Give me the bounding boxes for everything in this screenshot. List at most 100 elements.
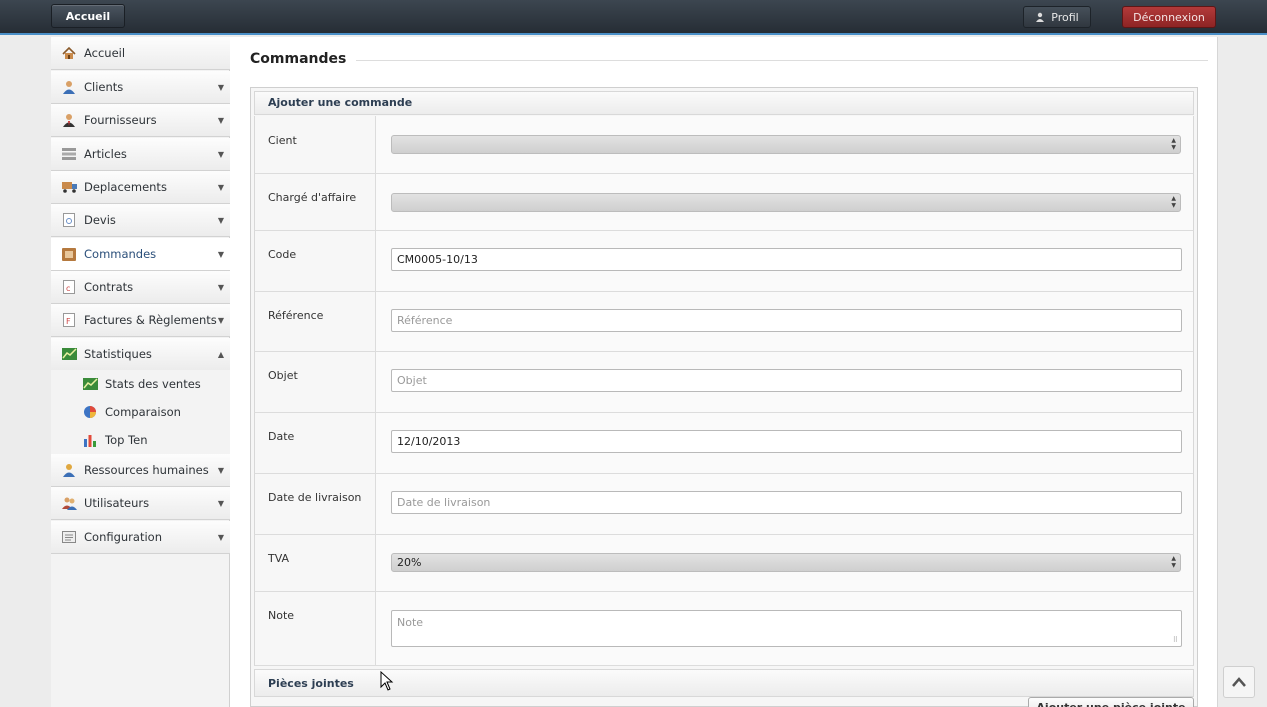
house-icon: [61, 46, 77, 60]
sidebar-item-label: Clients: [84, 80, 124, 94]
chevron-down-icon: ▼: [217, 316, 224, 325]
resize-grip-icon[interactable]: ⠿: [1173, 636, 1178, 644]
sidebar-subitem-label: Top Ten: [105, 433, 148, 447]
note-label: Note: [268, 609, 295, 622]
form-cell: CM0005-10/13: [375, 231, 1193, 291]
form-row-object: Objet Objet: [254, 352, 1194, 413]
chevron-up-icon: [1232, 677, 1246, 687]
form-cell: 12/10/2013: [375, 413, 1193, 473]
form-row-code: Code CM0005-10/13: [254, 231, 1194, 292]
chevron-up-icon: ▲: [217, 350, 224, 359]
mouse-cursor-icon: [380, 671, 394, 691]
form-cell: ▲ ▼: [375, 174, 1193, 230]
client-icon: [61, 80, 77, 94]
chevron-down-icon: ▼: [217, 216, 224, 225]
sidebar-item-label: Commandes: [84, 247, 157, 261]
form-cell: Note ⠿: [375, 592, 1193, 665]
sidebar-item-label: Utilisateurs: [84, 496, 150, 510]
sidebar-item-deplacements[interactable]: Deplacements ▼: [51, 171, 230, 204]
sidebar-item-label: Configuration: [84, 530, 162, 544]
reference-input[interactable]: Référence: [391, 309, 1182, 332]
sidebar-item-label: Devis: [84, 213, 116, 227]
form-row-tva: TVA 20% ▲ ▼: [254, 535, 1194, 592]
select-arrows-icon: ▲ ▼: [1171, 555, 1176, 569]
contract-icon: c: [61, 280, 77, 294]
form-cell: Date de livraison: [375, 474, 1193, 534]
sidebar-item-fournisseurs[interactable]: Fournisseurs ▼: [51, 104, 230, 137]
chevron-down-icon: ▼: [217, 83, 224, 92]
object-label: Objet: [268, 369, 298, 382]
client-select[interactable]: ▲ ▼: [391, 135, 1181, 154]
sidebar-item-contrats[interactable]: c Contrats ▼: [51, 271, 230, 304]
sidebar-item-label: Articles: [84, 147, 127, 161]
profile-button[interactable]: Profil: [1023, 6, 1091, 28]
sales-chart-icon: [82, 377, 98, 391]
object-input[interactable]: Objet: [391, 369, 1182, 392]
sidebar-item-label: Contrats: [84, 280, 134, 294]
stats-icon: [61, 347, 77, 361]
chevron-down-icon: ▼: [217, 533, 224, 542]
home-button[interactable]: Accueil: [51, 4, 125, 28]
manager-select[interactable]: ▲ ▼: [391, 193, 1181, 212]
form-cell: Objet: [375, 352, 1193, 412]
profile-label: Profil: [1051, 10, 1079, 24]
config-icon: [61, 530, 77, 544]
sidebar-subitem-label: Comparaison: [105, 405, 181, 419]
form-row-manager: Chargé d'affaire ▲ ▼: [254, 174, 1194, 231]
add-attachment-button[interactable]: Ajouter une pièce jointe: [1028, 697, 1194, 707]
form-cell: ▲ ▼: [375, 116, 1193, 173]
chevron-down-icon: ▼: [217, 150, 224, 159]
date-input[interactable]: 12/10/2013: [391, 430, 1182, 453]
delivery-date-input[interactable]: Date de livraison: [391, 491, 1182, 514]
sidebar-item-accueil[interactable]: Accueil: [51, 37, 230, 70]
chevron-down-icon: ▼: [217, 183, 224, 192]
sidebar-item-factures[interactable]: F Factures & Règlements ▼: [51, 304, 230, 337]
scroll-top-button[interactable]: [1223, 666, 1255, 698]
sidebar-item-statistiques[interactable]: Statistiques ▲: [51, 338, 230, 371]
date-label: Date: [268, 430, 295, 443]
sidebar-item-label: Fournisseurs: [84, 113, 157, 127]
sidebar-item-utilisateurs[interactable]: Utilisateurs ▼: [51, 487, 230, 520]
truck-icon: [61, 180, 77, 194]
svg-text:c: c: [66, 284, 70, 293]
sidebar-item-devis[interactable]: Devis ▼: [51, 204, 230, 237]
note-textarea[interactable]: Note ⠿: [391, 610, 1182, 647]
sidebar-subitem-comparaison[interactable]: Comparaison: [51, 398, 230, 426]
sidebar-item-label: Accueil: [84, 46, 126, 60]
sidebar-item-commandes[interactable]: Commandes ▼: [51, 238, 230, 271]
sidebar-item-label: Ressources humaines: [84, 463, 209, 477]
quote-icon: [61, 213, 77, 227]
form-cell: 20% ▲ ▼: [375, 535, 1193, 591]
sidebar-item-rh[interactable]: Ressources humaines ▼: [51, 454, 230, 487]
attachments-title: Pièces jointes: [254, 669, 1194, 697]
page-title: Commandes: [250, 51, 347, 67]
tva-select[interactable]: 20% ▲ ▼: [391, 553, 1181, 572]
code-input[interactable]: CM0005-10/13: [391, 248, 1182, 271]
note-placeholder: Note: [397, 616, 424, 629]
articles-icon: [61, 147, 77, 161]
chevron-down-icon: ▼: [217, 250, 224, 259]
chevron-down-icon: ▼: [217, 466, 224, 475]
client-label: Cient: [268, 134, 297, 147]
sidebar: Accueil Clients ▼ Fournisseurs ▼ Article…: [51, 37, 230, 707]
sidebar-subitem-top-ten[interactable]: Top Ten: [51, 426, 230, 454]
logout-button[interactable]: Déconnexion: [1122, 6, 1216, 28]
tva-label: TVA: [268, 552, 290, 565]
sidebar-item-articles[interactable]: Articles ▼: [51, 138, 230, 171]
form-cell: Référence: [375, 292, 1193, 351]
sidebar-item-configuration[interactable]: Configuration ▼: [51, 521, 230, 554]
sidebar-subitem-stats-ventes[interactable]: Stats des ventes: [51, 370, 230, 398]
form-row-delivery-date: Date de livraison Date de livraison: [254, 474, 1194, 535]
sidebar-subitem-label: Stats des ventes: [105, 377, 201, 391]
user-icon: [1036, 12, 1045, 22]
code-label: Code: [268, 248, 297, 261]
chevron-down-icon: ▼: [217, 283, 224, 292]
hr-icon: [61, 463, 77, 477]
chevron-down-icon: ▼: [217, 116, 224, 125]
form-row-note: Note Note ⠿: [254, 592, 1194, 666]
sidebar-item-clients[interactable]: Clients ▼: [51, 71, 230, 104]
title-divider: [356, 60, 1208, 61]
bar-chart-icon: [82, 433, 98, 447]
form-title: Ajouter une commande: [254, 91, 1194, 115]
sidebar-item-label: Factures & Règlements: [84, 313, 217, 327]
